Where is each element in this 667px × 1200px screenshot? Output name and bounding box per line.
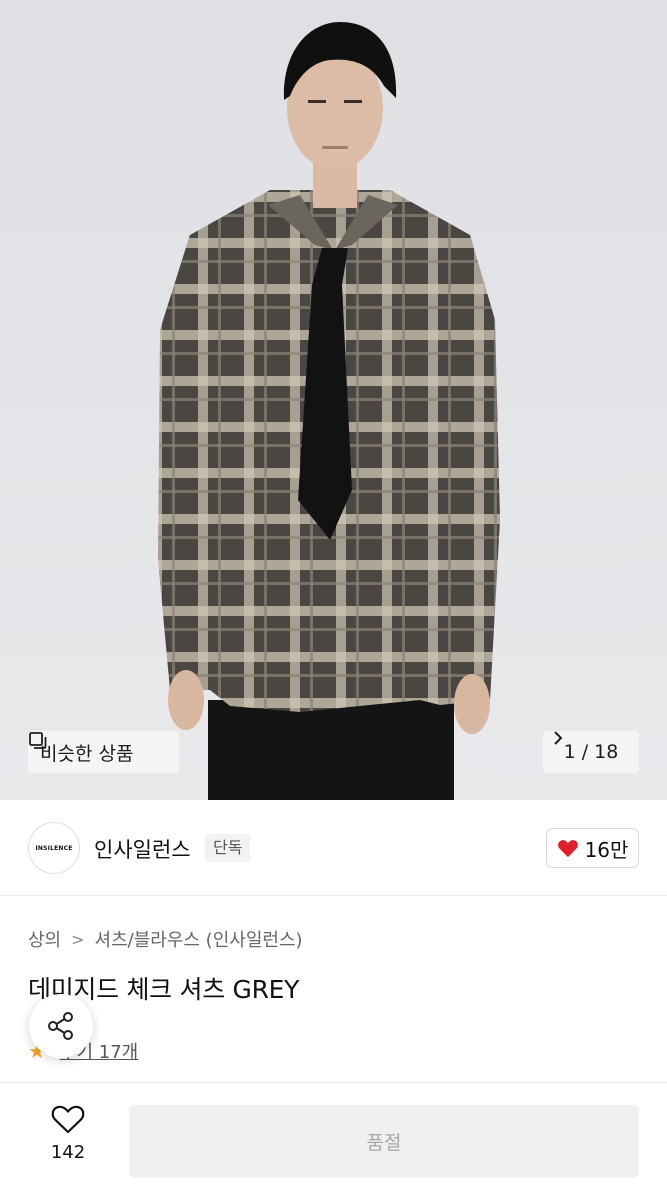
- heart-filled-icon: [557, 840, 578, 858]
- wishlist-button[interactable]: 142: [36, 1104, 100, 1174]
- counter-total: 18: [594, 741, 619, 763]
- exclusive-badge: 단독: [205, 834, 251, 862]
- brand-like-button[interactable]: 16만: [546, 828, 639, 868]
- counter-current: 1: [563, 741, 576, 763]
- brand-row: INSILENCE 인사일런스 단독 16만: [0, 800, 667, 896]
- heart-outline-icon: [51, 1105, 85, 1134]
- similar-products-label: 비슷한 상품: [40, 742, 134, 765]
- similar-items-icon: [29, 732, 47, 749]
- brand-logo-text: INSILENCE: [35, 844, 73, 852]
- image-counter[interactable]: 1 / 18: [543, 731, 639, 773]
- divider: [0, 1082, 667, 1083]
- chevron-right-icon: [554, 731, 563, 745]
- product-image[interactable]: 비슷한 상품 1 / 18: [0, 0, 667, 800]
- brand-like-count: 16만: [584, 837, 629, 862]
- counter-separator: /: [581, 741, 589, 763]
- soldout-label: 품절: [366, 1132, 402, 1154]
- soldout-button[interactable]: 품절: [129, 1105, 639, 1178]
- brand-logo[interactable]: INSILENCE: [28, 822, 80, 874]
- breadcrumb: 상의 > 셔츠/블라우스 (인사일런스): [28, 926, 303, 952]
- share-icon: [48, 1012, 73, 1040]
- model-photo: [158, 22, 500, 800]
- breadcrumb-subcategory[interactable]: 셔츠/블라우스 (인사일런스): [95, 926, 303, 952]
- breadcrumb-category[interactable]: 상의: [28, 926, 61, 952]
- share-button[interactable]: [29, 994, 93, 1058]
- similar-products-button[interactable]: 비슷한 상품: [28, 731, 179, 773]
- brand-name[interactable]: 인사일런스: [94, 834, 191, 864]
- wishlist-count: 142: [50, 1142, 86, 1163]
- breadcrumb-separator: >: [71, 929, 85, 949]
